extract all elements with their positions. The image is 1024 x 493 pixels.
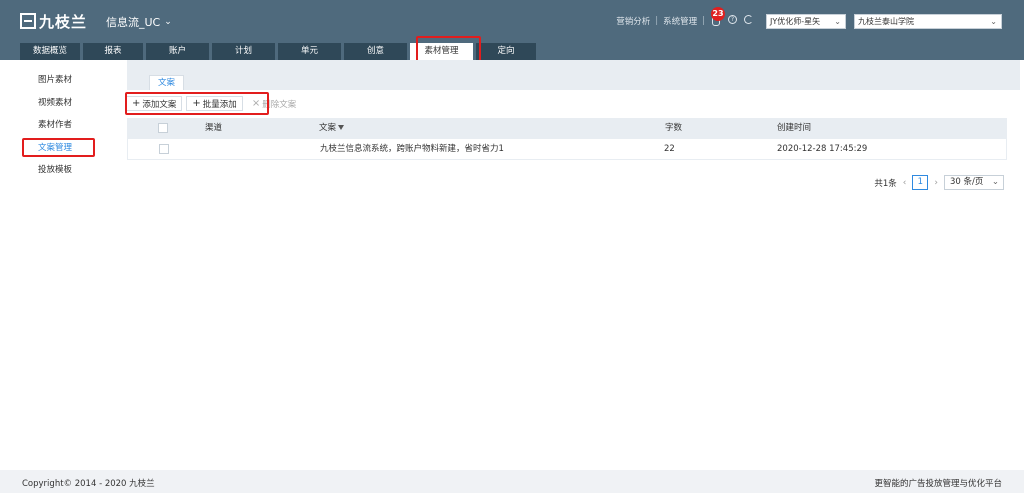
product-switcher[interactable]: 信息流_UC ⌄ — [106, 14, 172, 30]
column-header-copy[interactable]: 文案 — [319, 118, 345, 139]
logo-icon — [20, 13, 36, 29]
school-select[interactable]: 九枝兰泰山学院 ⌄ — [854, 13, 1002, 29]
page-size-select[interactable]: 30 条/页 ⌄ — [944, 175, 1004, 190]
sidebar: 图片素材 视频素材 素材作者 文案管理 投放模板 — [0, 60, 112, 470]
divider: | — [702, 16, 705, 26]
account-select[interactable]: JY优化师-星矢 ⌄ — [766, 13, 846, 29]
table-header: 渠道 文案 字数 创建时间 — [127, 118, 1007, 139]
copy-table: 渠道 文案 字数 创建时间 九枝兰信息流系统，跨账户物料新建，省时省力1 22 … — [127, 118, 1007, 160]
sidebar-item-authors[interactable]: 素材作者 — [38, 118, 72, 130]
tab-reports[interactable]: 报表 — [83, 43, 143, 60]
cell-copy: 九枝兰信息流系统，跨账户物料新建，省时省力1 — [320, 144, 504, 154]
help-button[interactable]: ? — [728, 15, 740, 27]
tab-creatives[interactable]: 创意 — [344, 43, 407, 60]
next-page-icon[interactable]: › — [932, 178, 940, 188]
column-header-created[interactable]: 创建时间 — [777, 118, 811, 139]
tab-overview[interactable]: 数据概览 — [20, 43, 80, 60]
product-name: 信息流_UC — [106, 16, 161, 29]
chevron-down-icon: ⌄ — [990, 16, 997, 26]
slogan-text: 更智能的广告投放管理与优化平台 — [874, 479, 1002, 489]
copyright-text: Copyright© 2014 - 2020 九枝兰 — [22, 479, 155, 489]
pagination: 共1条 ‹ 1 › 30 条/页 ⌄ — [874, 175, 1004, 190]
notification-badge: 23 — [711, 7, 725, 21]
header-actions: 营销分析 | 系统管理 | ? JY优化师-星矢 ⌄ 九枝兰泰山学院 ⌄ — [616, 12, 1002, 30]
chevron-down-icon: ⌄ — [164, 17, 172, 27]
school-select-value: 九枝兰泰山学院 — [858, 16, 914, 26]
tab-targeting[interactable]: 定向 — [476, 43, 536, 60]
prev-page-icon[interactable]: ‹ — [901, 178, 909, 188]
page-number[interactable]: 1 — [912, 175, 929, 190]
filter-icon[interactable] — [338, 125, 345, 130]
cell-created: 2020-12-28 17:45:29 — [777, 144, 868, 154]
select-all-checkbox[interactable] — [158, 123, 168, 133]
refresh-icon — [744, 15, 753, 24]
refresh-button[interactable] — [744, 15, 756, 27]
divider: | — [655, 16, 659, 26]
column-header-count[interactable]: 字数 — [665, 118, 682, 139]
highlight-box — [22, 138, 95, 157]
chevron-down-icon: ⌄ — [834, 16, 841, 26]
chevron-down-icon: ⌄ — [991, 177, 999, 187]
page-size-value: 30 条/页 — [950, 177, 984, 187]
footer: Copyright© 2014 - 2020 九枝兰 更智能的广告投放管理与优化… — [0, 470, 1024, 493]
sidebar-item-templates[interactable]: 投放模板 — [38, 163, 72, 175]
cell-count: 22 — [664, 144, 675, 154]
highlight-box — [416, 36, 481, 63]
tab-accounts[interactable]: 账户 — [146, 43, 209, 60]
pagination-total: 共1条 — [874, 178, 897, 189]
top-header: 九枝兰 信息流_UC ⌄ 营销分析 | 系统管理 | ? JY优化师-星矢 ⌄ … — [0, 0, 1024, 60]
account-select-value: JY优化师-星矢 — [770, 16, 821, 26]
content-tab-bar: 文案 — [127, 60, 1020, 90]
logo[interactable]: 九枝兰 — [20, 11, 87, 31]
table-row: 九枝兰信息流系统，跨账户物料新建，省时省力1 22 2020-12-28 17:… — [127, 139, 1007, 160]
tab-copy[interactable]: 文案 — [149, 75, 184, 90]
column-header-channel[interactable]: 渠道 — [205, 118, 222, 139]
tab-units[interactable]: 单元 — [278, 43, 341, 60]
tab-plans[interactable]: 计划 — [212, 43, 275, 60]
sidebar-item-images[interactable]: 图片素材 — [38, 73, 72, 85]
sidebar-item-videos[interactable]: 视频素材 — [38, 96, 72, 108]
row-checkbox[interactable] — [159, 144, 169, 154]
system-management-link[interactable]: 系统管理 — [663, 15, 697, 27]
logo-text: 九枝兰 — [39, 12, 88, 31]
marketing-analysis-link[interactable]: 营销分析 — [616, 15, 650, 27]
question-icon: ? — [728, 15, 737, 24]
column-header-copy-label: 文案 — [319, 123, 337, 133]
highlight-box — [125, 92, 269, 115]
